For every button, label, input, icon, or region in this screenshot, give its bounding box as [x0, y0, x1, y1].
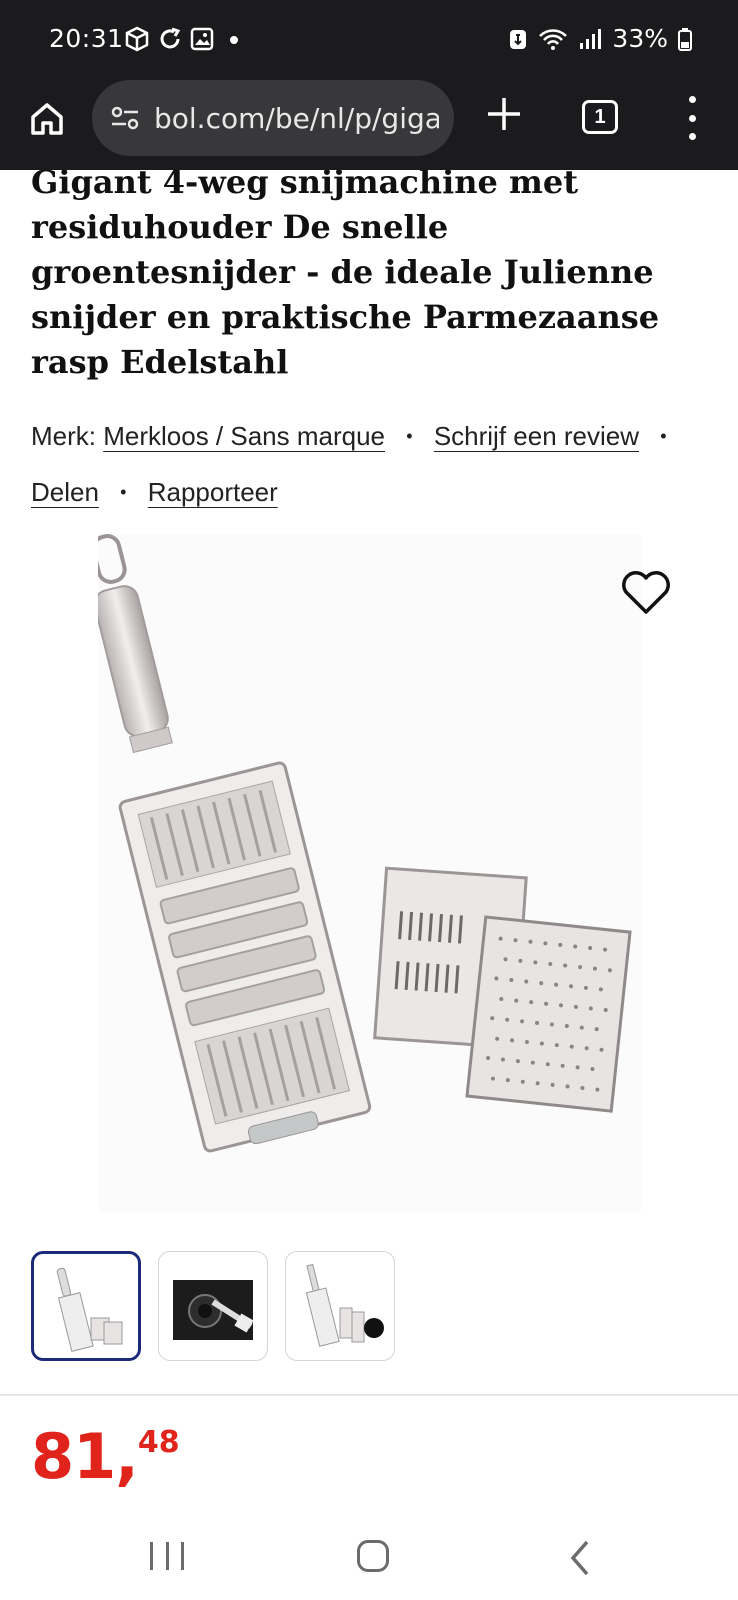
section-divider — [0, 1394, 738, 1396]
product-title: Gigant 4-weg snijmachine met residuhoude… — [31, 170, 660, 381]
wishlist-button[interactable] — [616, 562, 676, 622]
write-review-link[interactable]: Schrijf een review — [434, 421, 639, 451]
new-tab-button[interactable] — [484, 94, 524, 134]
thumbnail-2[interactable] — [158, 1251, 268, 1361]
status-time: 20:31 — [49, 24, 124, 53]
title-viewport: Gigant 4-weg snijmachine met residuhoude… — [0, 170, 738, 400]
home-button[interactable] — [24, 96, 70, 142]
thumbnail-image — [173, 1280, 254, 1340]
status-bar: 20:31 33% — [0, 0, 738, 78]
heart-icon — [622, 571, 670, 614]
battery-percent: 33% — [612, 24, 668, 53]
notification-icons — [124, 26, 214, 52]
grater-illustration — [91, 534, 632, 1153]
brand-label: Merk: — [31, 421, 96, 451]
home-icon — [31, 103, 63, 135]
price: 81,48 — [31, 1420, 180, 1493]
image-notification-icon — [190, 27, 214, 51]
back-button[interactable] — [565, 1538, 595, 1578]
meta-separator: • — [406, 426, 413, 446]
sync-notification-icon — [160, 27, 181, 49]
meta-separator: • — [660, 426, 667, 446]
browser-toolbar: bol.com/be/nl/p/giga 1 — [0, 78, 738, 170]
more-vert-icon — [688, 96, 696, 103]
signal-icon — [580, 28, 602, 49]
price-cents: 48 — [137, 1425, 180, 1460]
tab-switcher-button[interactable]: 1 — [582, 100, 618, 134]
site-settings-icon — [111, 106, 139, 130]
more-menu-button[interactable] — [684, 96, 700, 140]
home-nav-button[interactable] — [357, 1540, 389, 1572]
meta-separator: • — [120, 482, 127, 502]
chevron-left-icon — [570, 1540, 589, 1576]
tab-count: 1 — [594, 105, 606, 128]
system-nav-bar — [0, 1520, 738, 1600]
report-link[interactable]: Rapporteer — [148, 477, 278, 507]
thumbnail-image — [56, 1267, 123, 1352]
wifi-icon — [539, 28, 568, 50]
address-bar[interactable]: bol.com/be/nl/p/giga — [92, 80, 454, 156]
brand-link[interactable]: Merkloos / Sans marque — [103, 421, 385, 451]
recents-button[interactable] — [150, 1542, 184, 1572]
thumbnail-image — [305, 1263, 384, 1347]
plus-icon — [488, 98, 520, 130]
url-text: bol.com/be/nl/p/giga — [154, 101, 439, 135]
thumbnail-1[interactable] — [31, 1251, 141, 1361]
product-image[interactable] — [91, 534, 641, 1212]
battery-icon — [678, 27, 692, 51]
thumbnail-strip — [31, 1251, 395, 1361]
thumbnail-3[interactable] — [285, 1251, 395, 1361]
lock-battery-icon — [510, 29, 527, 49]
share-link[interactable]: Delen — [31, 477, 99, 507]
system-icons: 33% — [508, 24, 692, 53]
notification-dot — [230, 36, 238, 44]
price-main: 81, — [31, 1420, 139, 1493]
product-meta: Merk: Merkloos / Sans marque • Schrijf e… — [31, 410, 721, 522]
cube-notification-icon — [125, 26, 149, 52]
